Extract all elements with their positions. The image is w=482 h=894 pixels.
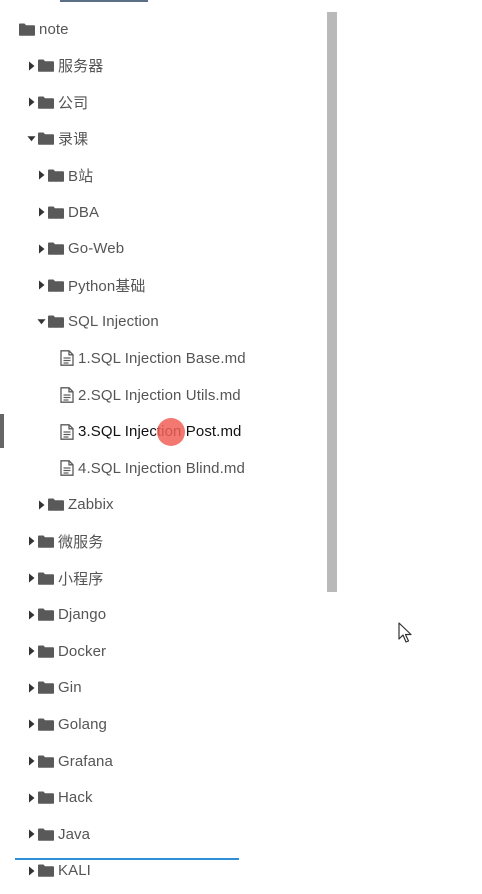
tree-item-label: Golang	[58, 715, 107, 733]
tree-folder-公司[interactable]: 公司	[27, 90, 88, 114]
tree-item-label: Python基础	[68, 277, 146, 295]
tree-item-label: 公司	[58, 94, 89, 112]
tree-folder-go-web[interactable]: Go-Web	[37, 237, 124, 261]
tree-item-label: Java	[58, 825, 91, 843]
scrollbar[interactable]	[327, 12, 337, 592]
folder-icon	[48, 169, 64, 182]
tree-folder-docker[interactable]: Docker	[27, 639, 106, 663]
tree-item-label: KALI	[58, 862, 91, 880]
folder-icon	[38, 132, 54, 146]
file-icon	[60, 350, 74, 367]
folder-icon	[48, 498, 64, 512]
caret-right-icon[interactable]	[37, 207, 46, 217]
folder-icon	[19, 23, 35, 36]
folder-icon	[38, 96, 54, 109]
tree-item-label: Docker	[58, 642, 107, 660]
file-icon	[60, 423, 74, 440]
caret-down-icon[interactable]	[27, 134, 36, 143]
caret-right-icon[interactable]	[27, 97, 36, 107]
tree-folder-小程序[interactable]: 小程序	[27, 566, 103, 590]
caret-right-icon[interactable]	[37, 280, 46, 290]
tree-folder-dba[interactable]: DBA	[37, 200, 99, 224]
tree-folder-java[interactable]: Java	[27, 822, 90, 846]
tree-item-label: 小程序	[58, 570, 104, 588]
tree-folder-服务器[interactable]: 服务器	[27, 54, 103, 78]
tree-file-1-sql-injection-base-md[interactable]: 1.SQL Injection Base.md	[60, 346, 246, 370]
caret-right-icon[interactable]	[27, 573, 36, 583]
folder-icon	[38, 681, 54, 695]
tree-folder-hack[interactable]: Hack	[27, 786, 93, 810]
active-row-marker	[0, 414, 4, 448]
caret-right-icon[interactable]	[27, 646, 36, 656]
caret-right-icon[interactable]	[27, 719, 36, 729]
folder-icon	[38, 535, 54, 548]
caret-down-icon[interactable]	[37, 317, 46, 326]
bottom-accent-line	[15, 858, 239, 860]
caret-right-icon[interactable]	[27, 61, 36, 71]
tree-folder-b站[interactable]: B站	[37, 163, 93, 187]
caret-right-icon[interactable]	[27, 829, 36, 839]
tree-item-label: B站	[68, 167, 94, 185]
folder-icon	[38, 608, 54, 621]
caret-right-icon[interactable]	[37, 170, 46, 180]
caret-right-icon[interactable]	[27, 610, 36, 620]
tree-item-label: 2.SQL Injection Utils.md	[78, 386, 241, 404]
mouse-cursor-icon	[398, 622, 412, 643]
tree-item-label: 录课	[58, 131, 89, 149]
folder-icon	[38, 828, 54, 841]
caret-right-icon[interactable]	[27, 756, 36, 766]
tree-item-label: Django	[58, 606, 107, 624]
folder-icon	[38, 572, 54, 585]
tree-item-label: 3.SQL Injection Post.md	[78, 423, 242, 441]
caret-right-icon[interactable]	[27, 536, 36, 546]
tree-folder-微服务[interactable]: 微服务	[27, 529, 103, 553]
tree-folder-录课[interactable]: 录课	[27, 127, 88, 151]
tree-folder-golang[interactable]: Golang	[27, 712, 107, 736]
file-icon	[60, 460, 74, 477]
tree-file-4-sql-injection-blind-md[interactable]: 4.SQL Injection Blind.md	[60, 456, 245, 480]
folder-icon	[38, 718, 54, 731]
folder-icon	[48, 315, 64, 329]
folder-icon	[38, 791, 54, 804]
file-icon	[60, 387, 74, 403]
tree-item-label: 4.SQL Injection Blind.md	[78, 459, 245, 477]
tree-folder-sql-injection[interactable]: SQL Injection	[37, 310, 159, 334]
tree-item-label: 服务器	[58, 58, 104, 76]
tree-item-label: Grafana	[58, 752, 113, 770]
tree-item-label: note	[39, 20, 69, 38]
tree-folder-gin[interactable]: Gin	[27, 676, 82, 700]
caret-right-icon[interactable]	[37, 500, 46, 510]
tree-item-label: 微服务	[58, 533, 104, 551]
tree-item-label: 1.SQL Injection Base.md	[78, 349, 246, 367]
folder-icon	[38, 864, 54, 878]
caret-right-icon[interactable]	[27, 866, 36, 876]
top-bar	[60, 0, 148, 2]
tree-item-label: Go-Web	[68, 240, 125, 258]
tree-file-2-sql-injection-utils-md[interactable]: 2.SQL Injection Utils.md	[60, 383, 241, 407]
caret-right-icon[interactable]	[37, 244, 46, 254]
folder-icon	[38, 645, 54, 658]
folder-icon	[38, 59, 54, 72]
caret-right-icon[interactable]	[27, 683, 36, 693]
tree-folder-kali[interactable]: KALI	[27, 859, 91, 883]
caret-right-icon[interactable]	[27, 793, 36, 803]
tree-item-label: SQL Injection	[68, 313, 159, 331]
folder-icon	[38, 755, 54, 768]
tree-item-label: Zabbix	[68, 496, 114, 514]
folder-icon	[48, 242, 64, 255]
tree-item-label: Gin	[58, 679, 82, 697]
tree-file-3-sql-injection-post-md[interactable]: 3.SQL Injection Post.md	[60, 420, 242, 444]
tree-item-label: DBA	[68, 203, 100, 221]
tree-folder-django[interactable]: Django	[27, 603, 106, 627]
tree-folder-python基础[interactable]: Python基础	[37, 273, 146, 297]
folder-icon	[48, 279, 64, 292]
tree-item-label: Hack	[58, 789, 93, 807]
tree-folder-zabbix[interactable]: Zabbix	[37, 493, 114, 517]
folder-icon	[48, 206, 64, 219]
tree-folder-note[interactable]: note	[19, 17, 69, 41]
tree-folder-grafana[interactable]: Grafana	[27, 749, 113, 773]
